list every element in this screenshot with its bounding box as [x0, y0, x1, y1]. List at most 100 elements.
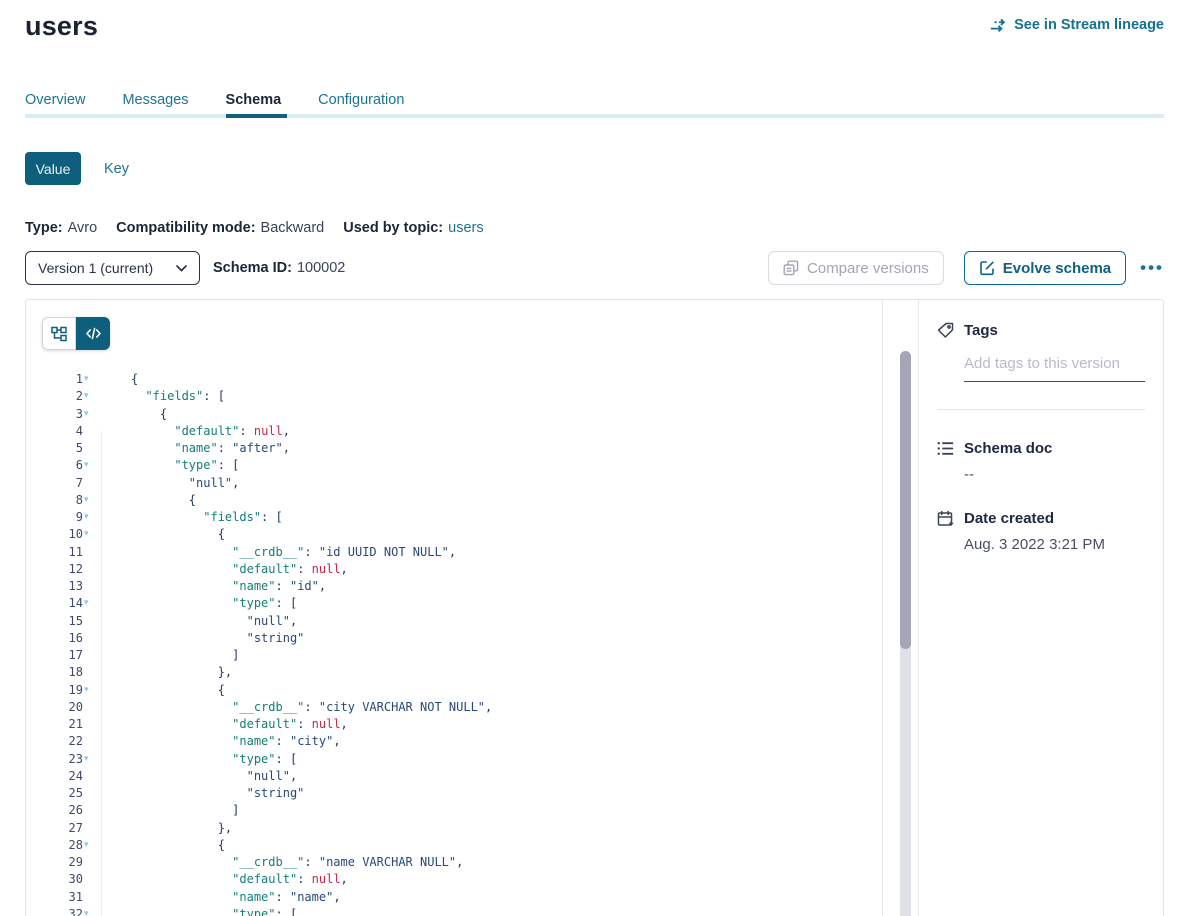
code-line: 21 "default": null, [26, 716, 882, 733]
line-number: 10 [26, 526, 101, 543]
code-line-text: { [101, 492, 196, 509]
fold-arrow-icon[interactable]: ▾ [84, 837, 89, 854]
compare-icon [783, 260, 799, 276]
code-line-text: { [101, 371, 138, 388]
code-line: 11 "__crdb__": "id UUID NOT NULL", [26, 544, 882, 561]
line-number-gutter: 12 [26, 561, 101, 578]
fold-arrow-icon[interactable]: ▾ [84, 682, 89, 699]
line-number-gutter: 11 [26, 544, 101, 561]
code-line-text: }, [101, 664, 232, 681]
code-line-text: "__crdb__": "id UUID NOT NULL", [101, 544, 456, 561]
see-in-stream-lineage-link[interactable]: See in Stream lineage [990, 17, 1164, 33]
fold-arrow-icon[interactable]: ▾ [84, 371, 89, 388]
line-number-gutter: 28▾ [26, 837, 101, 854]
value-key-toggle: Value Key [25, 152, 1164, 185]
line-number: 4 [26, 423, 101, 440]
code-line: 1▾{ [26, 371, 882, 388]
code-editor[interactable]: 1▾{2▾ "fields": [3▾ {4 "default": null,5… [26, 371, 882, 916]
type-label: Type: [25, 220, 63, 236]
scrollbar-thumb[interactable] [900, 351, 911, 649]
code-line: 26 ] [26, 802, 882, 819]
fold-arrow-icon[interactable]: ▾ [84, 492, 89, 509]
line-number-gutter: 2▾ [26, 388, 101, 405]
code-line: 15 "null", [26, 613, 882, 630]
line-number: 16 [26, 630, 101, 647]
fold-arrow-icon[interactable]: ▾ [84, 457, 89, 474]
tab-configuration[interactable]: Configuration [318, 92, 410, 118]
line-number-gutter: 9▾ [26, 509, 101, 526]
line-number-gutter: 18 [26, 664, 101, 681]
line-number: 8 [26, 492, 101, 509]
tab-overview[interactable]: Overview [25, 92, 91, 118]
line-number: 11 [26, 544, 101, 561]
code-line: 27 }, [26, 820, 882, 837]
fold-arrow-icon[interactable]: ▾ [84, 751, 89, 768]
code-line-text: }, [101, 820, 232, 837]
line-number-gutter: 8▾ [26, 492, 101, 509]
schema-sidebar: Tags Schema doc -- [918, 300, 1163, 916]
code-line-text: "default": null, [101, 423, 290, 440]
line-number-gutter: 13 [26, 578, 101, 595]
schema-doc-title: Schema doc [964, 440, 1052, 457]
line-number: 2 [26, 388, 101, 405]
code-line: 18 }, [26, 664, 882, 681]
version-select[interactable]: Version 1 (current) [25, 251, 200, 285]
line-number-gutter: 5 [26, 440, 101, 457]
topic-link[interactable]: users [448, 220, 483, 236]
tab-schema[interactable]: Schema [226, 92, 288, 118]
line-number: 22 [26, 733, 101, 750]
line-number-gutter: 15 [26, 613, 101, 630]
fold-arrow-icon[interactable]: ▾ [84, 595, 89, 612]
code-line: 24 "null", [26, 768, 882, 785]
key-toggle-button[interactable]: Key [104, 161, 129, 177]
code-line-text: "type": [ [101, 595, 297, 612]
code-lines: 1▾{2▾ "fields": [3▾ {4 "default": null,5… [26, 371, 882, 916]
code-line: 13 "name": "id", [26, 578, 882, 595]
code-line-text: "name": "after", [101, 440, 290, 457]
line-number: 19 [26, 682, 101, 699]
value-toggle-button[interactable]: Value [25, 152, 81, 185]
fold-arrow-icon[interactable]: ▾ [84, 388, 89, 405]
stream-lineage-icon [990, 18, 1007, 33]
add-tags-input[interactable] [964, 355, 1145, 382]
tag-icon [937, 322, 954, 339]
schema-doc-section-header: Schema doc [937, 440, 1145, 457]
fold-arrow-icon[interactable]: ▾ [84, 406, 89, 423]
edit-icon [979, 260, 995, 276]
line-number-gutter: 23▾ [26, 751, 101, 768]
more-options-button[interactable]: ••• [1140, 263, 1164, 273]
line-number: 5 [26, 440, 101, 457]
code-line-text: "name": "name", [101, 889, 341, 906]
line-number-gutter: 29 [26, 854, 101, 871]
line-number-gutter: 20 [26, 699, 101, 716]
fold-arrow-icon[interactable]: ▾ [84, 509, 89, 526]
line-number: 32 [26, 906, 101, 916]
code-line: 7 "null", [26, 475, 882, 492]
code-line-text: "string" [101, 630, 304, 647]
fold-arrow-icon[interactable]: ▾ [84, 526, 89, 543]
evolve-schema-button[interactable]: Evolve schema [964, 251, 1126, 285]
code-line-text: ] [101, 647, 239, 664]
page-title: users [25, 9, 98, 43]
tree-view-button[interactable] [42, 317, 76, 350]
code-line-text: "__crdb__": "city VARCHAR NOT NULL", [101, 699, 492, 716]
line-number-gutter: 4 [26, 423, 101, 440]
sidebar-divider [937, 409, 1145, 410]
date-created-value: Aug. 3 2022 3:21 PM [964, 536, 1145, 553]
date-created-section-header: Date created [937, 510, 1145, 527]
code-line-text: "name": "city", [101, 733, 341, 750]
fold-arrow-icon[interactable]: ▾ [84, 906, 89, 916]
line-number: 14 [26, 595, 101, 612]
line-number: 20 [26, 699, 101, 716]
line-number: 3 [26, 406, 101, 423]
code-line-text: "type": [ [101, 906, 297, 916]
line-number-gutter: 17 [26, 647, 101, 664]
compare-versions-button[interactable]: Compare versions [768, 251, 944, 285]
tab-messages[interactable]: Messages [122, 92, 194, 118]
page-header: users See in Stream lineage [25, 0, 1164, 43]
line-number-gutter: 10▾ [26, 526, 101, 543]
list-icon [937, 441, 954, 456]
code-line: 32▾ "type": [ [26, 906, 882, 916]
code-view-button[interactable] [76, 317, 110, 350]
line-number: 26 [26, 802, 101, 819]
